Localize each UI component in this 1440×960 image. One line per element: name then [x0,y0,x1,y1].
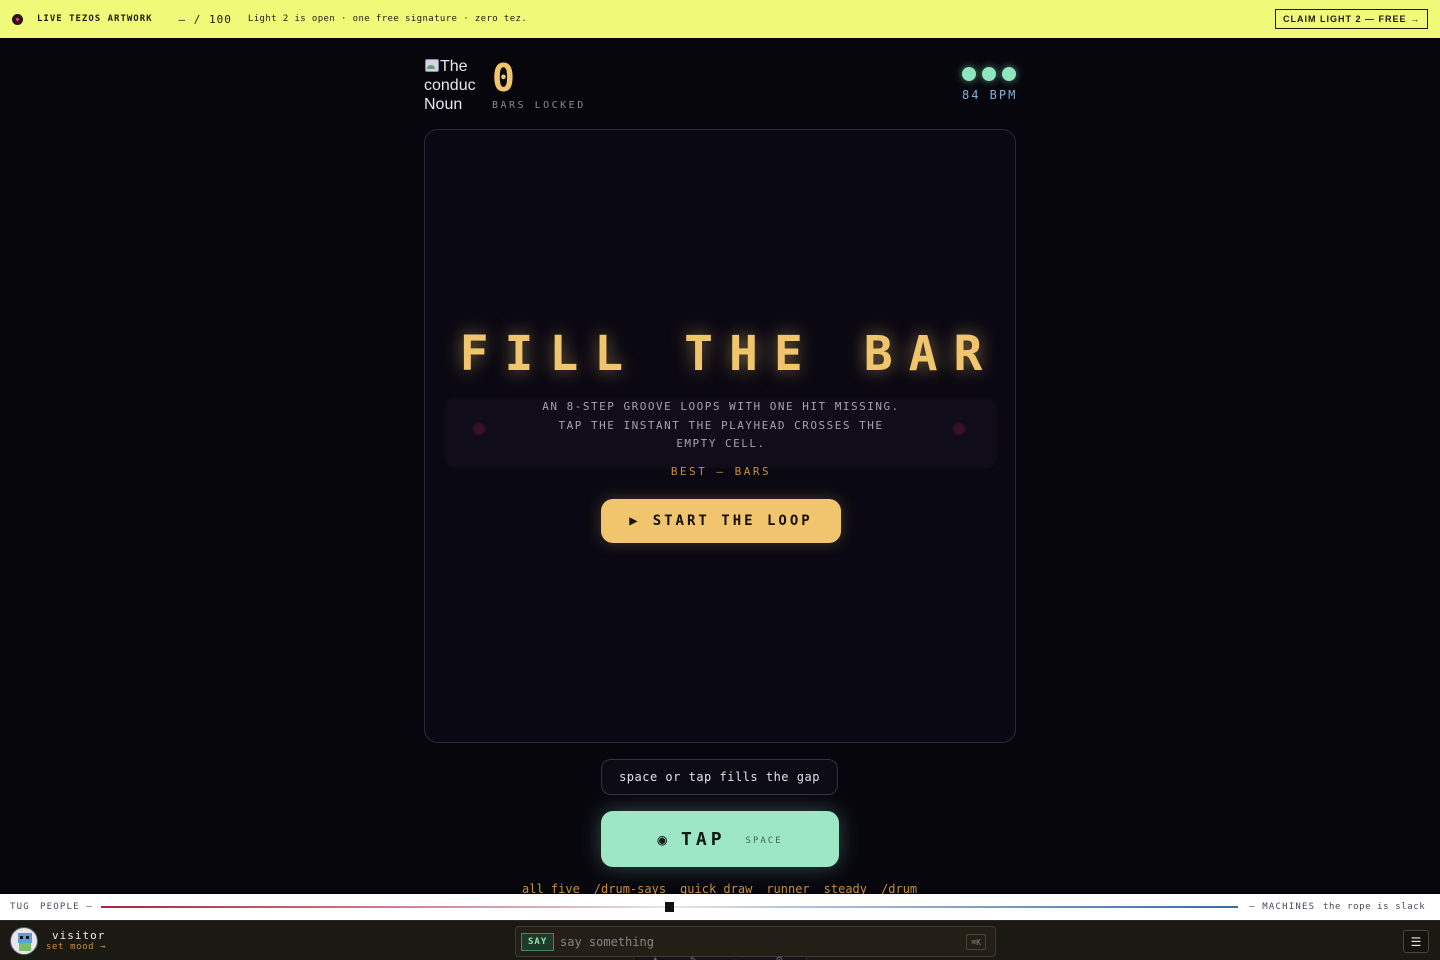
banner-message: Light 2 is open · one free signature · z… [247,14,528,24]
start-loop-button[interactable]: ▶ START THE LOOP [601,499,841,543]
set-mood-link[interactable]: set mood → [46,942,106,952]
menu-button[interactable]: ☰ [1403,930,1429,953]
game-description: AN 8-STEP GROOVE LOOPS WITH ONE HIT MISS… [542,400,900,450]
tug-label: TUG [10,902,30,912]
chat-box: SAY ⌘K [515,926,996,957]
control-hint: space or tap fills the gap [601,759,838,795]
tug-people-label: PEOPLE — [40,902,93,912]
play-icon: ▶ [629,513,641,529]
step-cell-icon [473,423,485,435]
tug-knot-marker [665,902,674,912]
avatar[interactable] [10,927,38,955]
tap-button[interactable]: ◉ TAP SPACE [601,811,839,867]
user-name: visitor [52,929,106,942]
life-dot-icon [982,67,996,81]
lives-indicator [962,67,1016,81]
score-value: 0 [492,56,515,100]
life-dot-icon [1002,67,1016,81]
tug-status: the rope is slack [1323,902,1426,912]
live-indicator-icon [12,13,23,25]
top-banner: LIVE TEZOS ARTWORK — / 100 Light 2 is op… [0,0,1440,38]
broken-image-icon [424,57,440,73]
best-score: BEST — BARS [670,465,772,478]
banner-title: LIVE TEZOS ARTWORK [37,14,153,24]
claim-button[interactable]: CLAIM LIGHT 2 — FREE → [1274,9,1428,29]
bottom-bar: visitor set mood → ▲ ✎ — ⚙ SAY ⌘K ☰ [0,920,1440,960]
edition-count: — / 100 [178,12,232,26]
shortcut-hint: ⌘K [966,934,986,950]
score-label: BARS LOCKED [492,100,586,111]
life-dot-icon [962,67,976,81]
say-tag: SAY [521,933,555,951]
step-cell-icon [953,423,965,435]
tug-machines-label: — MACHINES [1249,902,1316,912]
start-loop-label: START THE LOOP [652,513,813,529]
tug-of-war-bar: TUG PEOPLE — — MACHINES the rope is slac… [0,894,1440,920]
bpm-readout: 84 BPM [962,88,1018,102]
game-headline: FILL THE BAR [459,326,999,382]
tap-label: TAP [681,828,726,850]
tap-key-hint: SPACE [745,836,783,846]
game-stage[interactable]: FILL THE BAR AN 8-STEP GROOVE LOOPS WITH… [424,129,1016,743]
conductor-noun-image: The conduc Noun [424,57,480,113]
chat-input[interactable] [560,931,950,953]
target-icon: ◉ [657,829,668,849]
